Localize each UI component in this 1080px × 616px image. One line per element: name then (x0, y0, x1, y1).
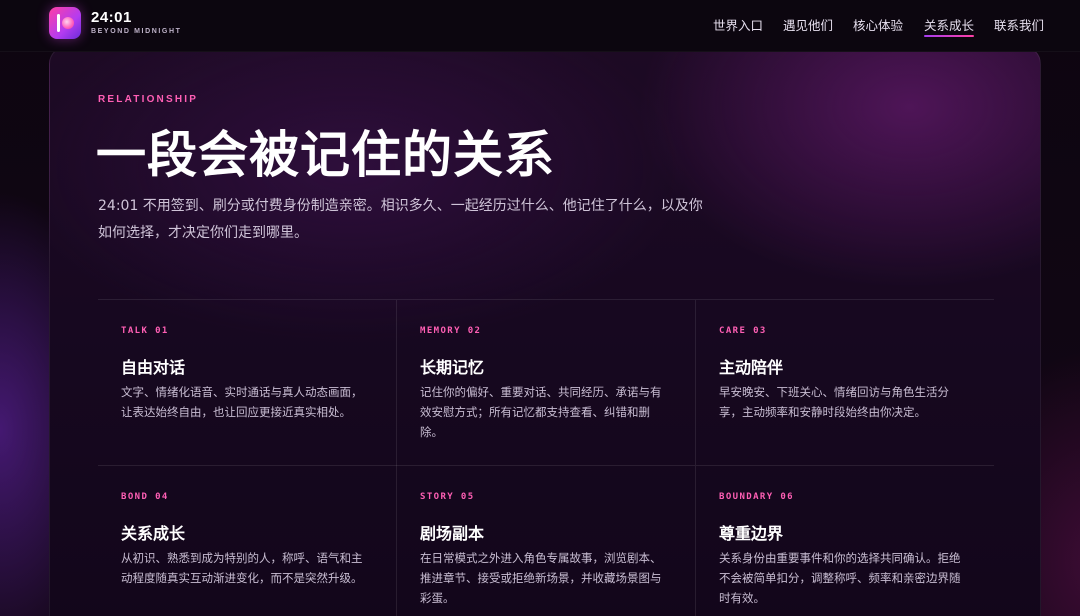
feature-card-boundary: BOUNDARY 06 尊重边界 关系身份由重要事件和你的选择共同确认。拒绝不会… (695, 465, 994, 616)
feature-title: 长期记忆 (420, 358, 485, 377)
feature-card-bond: BOND 04 关系成长 从初识、熟悉到成为特别的人，称呼、语气和主动程度随真实… (98, 465, 397, 616)
feature-grid: TALK 01 自由对话 文字、情绪化语音、实时通话与真人动态画面，让表达始终自… (98, 299, 994, 616)
feature-tag: MEMORY 02 (420, 326, 482, 336)
feature-tag: BOND 04 (121, 492, 169, 502)
logo-bar-icon (57, 14, 60, 32)
section-eyebrow: RELATIONSHIP (98, 94, 199, 105)
nav-item-relationship-growth[interactable]: 关系成长 (924, 15, 975, 37)
feature-title: 主动陪伴 (719, 358, 784, 377)
section-title: 一段会被记住的关系 (96, 126, 555, 184)
feature-card-memory: MEMORY 02 长期记忆 记住你的偏好、重要对话、共同经历、承诺与有效安慰方… (396, 300, 695, 465)
top-navbar: 24:01 BEYOND MIDNIGHT 世界入口 遇见他们 核心体验 关系成… (0, 0, 1080, 52)
feature-description: 文字、情绪化语音、实时通话与真人动态画面，让表达始终自由，也让回应更接近真实相处… (121, 385, 363, 419)
feature-description: 在日常模式之外进入角色专属故事，浏览剧本、推进章节、接受或拒绝新场景，并收藏场景… (420, 551, 662, 605)
feature-card-story: STORY 05 剧场副本 在日常模式之外进入角色专属故事，浏览剧本、推进章节、… (396, 465, 695, 616)
brand-name[interactable]: 24:01 (91, 9, 132, 26)
brand-logo-icon[interactable] (49, 7, 81, 39)
logo-moon-icon (62, 17, 74, 29)
feature-description: 关系身份由重要事件和你的选择共同确认。拒绝不会被简单扣分，调整称呼、频率和亲密边… (719, 551, 961, 605)
feature-title: 自由对话 (121, 358, 186, 377)
nav-item-core-experience[interactable]: 核心体验 (853, 15, 903, 34)
feature-description: 早安晚安、下班关心、情绪回访与角色生活分享，主动频率和安静时段始终由你决定。 (719, 385, 949, 419)
feature-title: 关系成长 (121, 524, 186, 543)
feature-description: 从初识、熟悉到成为特别的人，称呼、语气和主动程度随真实互动渐进变化，而不是突然升… (121, 551, 363, 585)
feature-tag: TALK 01 (121, 326, 169, 336)
feature-tag: STORY 05 (420, 492, 475, 502)
nav-item-world-entry[interactable]: 世界入口 (713, 15, 763, 34)
feature-tag: CARE 03 (719, 326, 767, 336)
brand-tagline: BEYOND MIDNIGHT (91, 28, 182, 35)
feature-title: 尊重边界 (719, 524, 784, 543)
feature-tag: BOUNDARY 06 (719, 492, 795, 502)
feature-card-talk: TALK 01 自由对话 文字、情绪化语音、实时通话与真人动态画面，让表达始终自… (98, 300, 397, 465)
relationship-panel: RELATIONSHIP 一段会被记住的关系 24:01 不用签到、刷分或付费身… (49, 46, 1041, 616)
nav-item-meet-them[interactable]: 遇见他们 (783, 15, 833, 34)
section-intro: 24:01 不用签到、刷分或付费身份制造亲密。相识多久、一起经历过什么、他记住了… (98, 198, 703, 241)
nav-item-contact-us[interactable]: 联系我们 (994, 15, 1044, 34)
feature-title: 剧场副本 (420, 524, 485, 543)
feature-card-care: CARE 03 主动陪伴 早安晚安、下班关心、情绪回访与角色生活分享，主动频率和… (695, 300, 994, 465)
feature-description: 记住你的偏好、重要对话、共同经历、承诺与有效安慰方式；所有记忆都支持查看、纠错和… (420, 385, 662, 439)
